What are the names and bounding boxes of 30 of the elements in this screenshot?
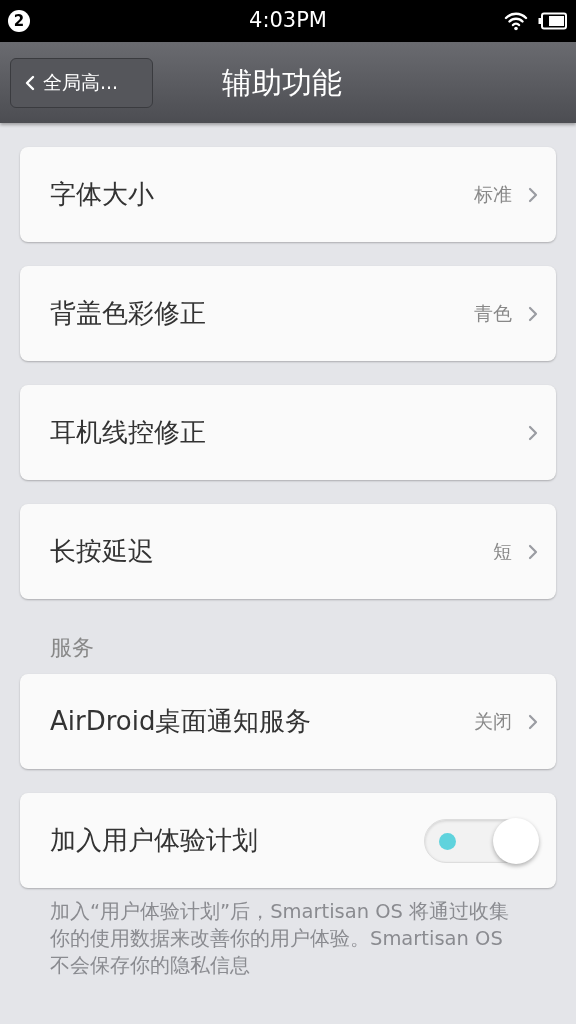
chevron-icon xyxy=(528,424,538,441)
battery-icon xyxy=(538,12,568,30)
settings-row[interactable]: AirDroid桌面通知服务 关闭 xyxy=(20,674,556,769)
notification-badge: 2 xyxy=(8,10,30,32)
row-label: 加入用户体验计划 xyxy=(50,824,259,857)
back-chevron-icon xyxy=(25,74,35,91)
settings-row[interactable]: 长按延迟 短 xyxy=(20,504,556,599)
row-label: 耳机线控修正 xyxy=(50,416,207,449)
chevron-icon xyxy=(528,305,538,322)
row-label: 字体大小 xyxy=(50,178,155,211)
page-title: 辅助功能 xyxy=(222,64,342,102)
back-button[interactable]: 全局高... xyxy=(10,57,153,108)
status-time: 4:03PM xyxy=(249,7,327,35)
row-label: 背盖色彩修正 xyxy=(50,297,207,330)
settings-row[interactable]: 背盖色彩修正 青色 xyxy=(20,266,556,361)
section-header: 服务 xyxy=(49,634,95,662)
row-value: 标准 xyxy=(474,182,512,208)
row-label: AirDroid桌面通知服务 xyxy=(50,705,313,738)
toggle-switch[interactable] xyxy=(424,818,538,863)
settings-row[interactable]: 字体大小 标准 xyxy=(20,147,556,242)
row-value: 青色 xyxy=(474,301,512,327)
row-value: 关闭 xyxy=(474,709,512,735)
wifi-icon xyxy=(504,11,528,31)
row-label: 长按延迟 xyxy=(50,535,155,568)
settings-row[interactable]: 耳机线控修正 xyxy=(20,385,556,480)
chevron-icon xyxy=(528,543,538,560)
footer-note: 加入“用户体验计划”后，Smartisan OS 将通过收集你的使用数据来改善你的用户体验。Smartisan OS 不会保存你的隐私信息 xyxy=(49,899,511,979)
chevron-icon xyxy=(528,713,538,730)
chevron-icon xyxy=(528,186,538,203)
row-value: 短 xyxy=(493,539,512,565)
